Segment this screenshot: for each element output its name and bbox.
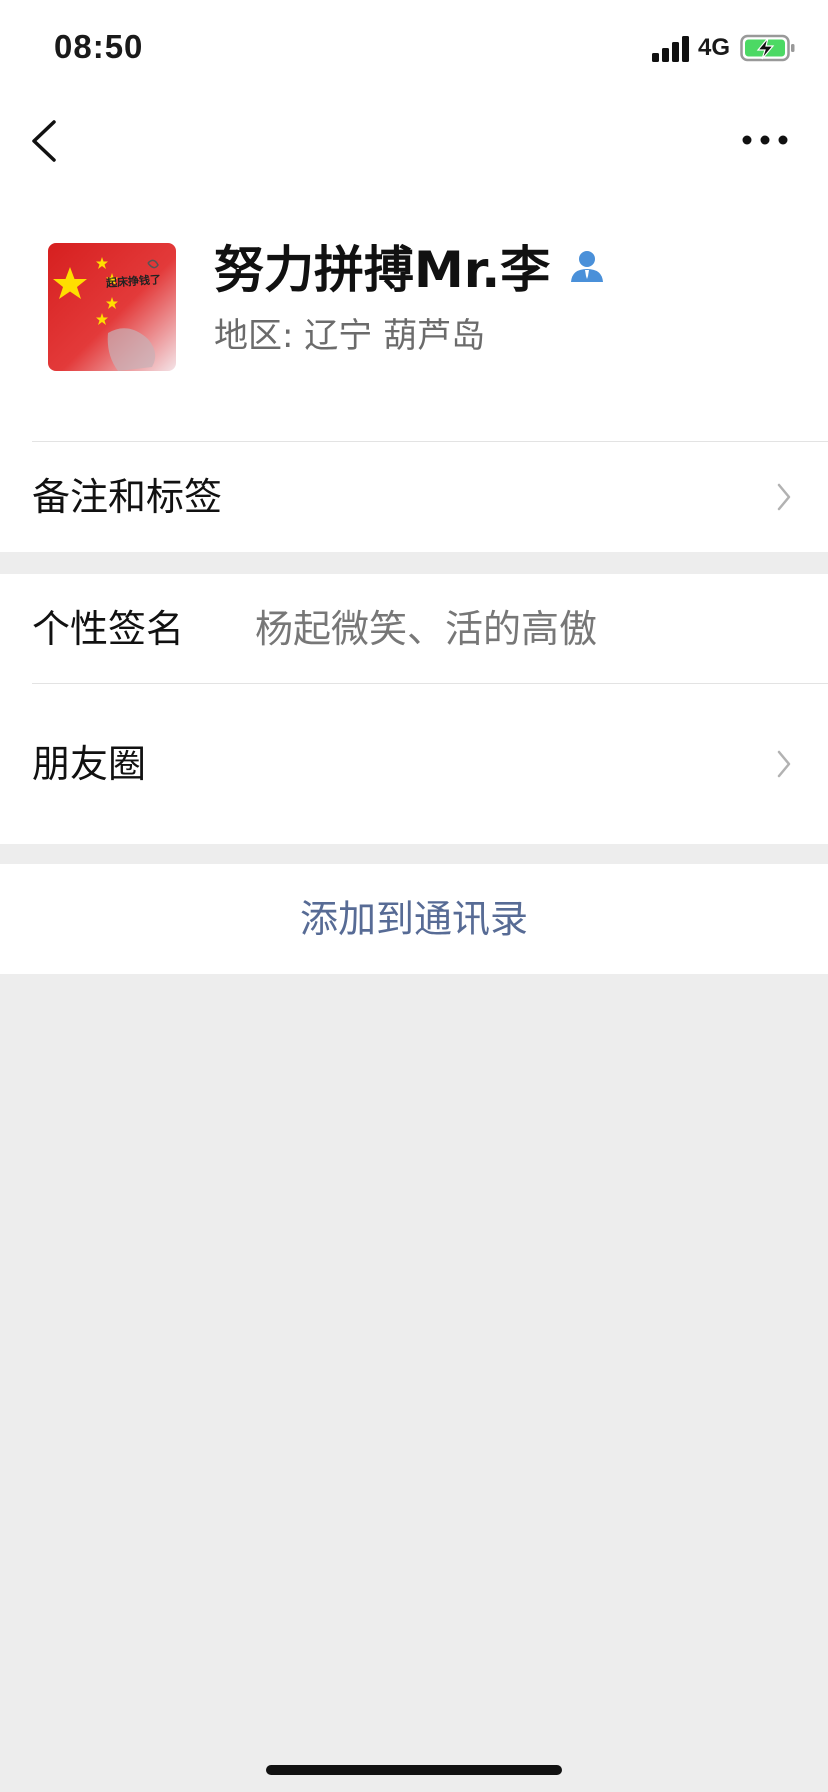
profile-header: 起床挣钱了 努力拼搏Mr.李 地区: 辽宁 葫芦岛 [0, 180, 828, 442]
more-icon[interactable] [740, 130, 790, 150]
avatar[interactable]: 起床挣钱了 [48, 243, 176, 371]
signature-row: 个性签名 杨起微笑、活的高傲 [0, 574, 828, 684]
moments-row[interactable]: 朋友圈 [0, 684, 828, 844]
moments-label: 朋友圈 [32, 742, 147, 786]
chevron-right-icon [777, 750, 791, 778]
remarks-tags-row[interactable]: 备注和标签 [0, 442, 828, 552]
nav-bar [0, 100, 828, 180]
status-bar: 08:50 4G [0, 0, 828, 100]
signature-value: 杨起微笑、活的高傲 [255, 607, 598, 651]
remarks-tags-label: 备注和标签 [32, 475, 223, 519]
back-icon[interactable] [26, 118, 66, 164]
profile-region: 地区: 辽宁 葫芦岛 [214, 316, 486, 356]
profile-name: 努力拼搏Mr.李 [214, 241, 551, 299]
signal-icon [652, 36, 689, 62]
signature-label: 个性签名 [32, 607, 185, 651]
profile-name-row: 努力拼搏Mr.李 [214, 230, 606, 302]
chevron-right-icon [777, 483, 791, 511]
network-type: 4G [698, 34, 731, 61]
home-indicator [266, 1765, 562, 1775]
battery-charging-icon [740, 34, 795, 62]
status-time: 08:50 [54, 28, 144, 65]
add-to-contacts-button[interactable]: 添加到通讯录 [0, 864, 828, 974]
person-icon [571, 251, 604, 282]
